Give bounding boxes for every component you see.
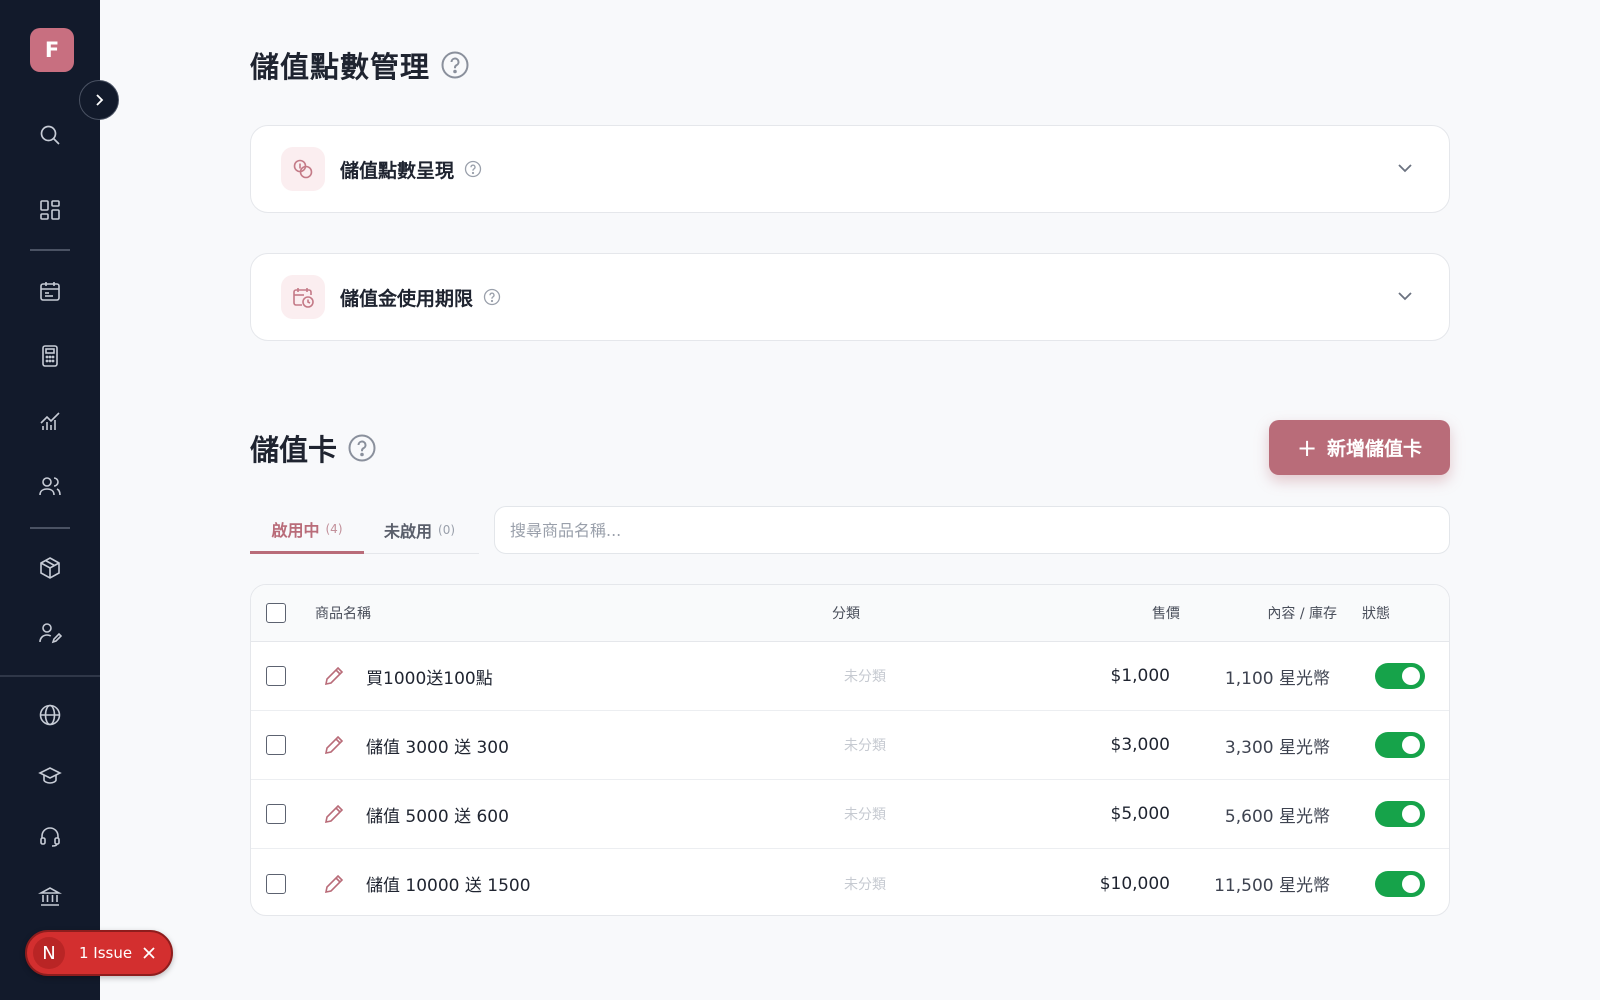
bank-icon[interactable] — [36, 882, 64, 910]
pencil-icon[interactable] — [323, 803, 345, 825]
row-checkbox[interactable] — [266, 873, 286, 894]
product-stock: 5,600 星光幣 — [1224, 806, 1330, 827]
toggle-knob — [1402, 874, 1420, 893]
tab-count: (0) — [438, 523, 456, 537]
product-category: 未分類 — [844, 807, 886, 823]
tab-label: 啟用中 — [271, 520, 320, 540]
product-category: 未分類 — [844, 876, 886, 893]
product-stock: 1,100 星光幣 — [1224, 668, 1330, 689]
sidebar-toggle-button[interactable] — [79, 80, 119, 120]
product-name: 儲值 5000 送 600 — [366, 806, 509, 827]
product-price: $5,000 — [1110, 804, 1170, 824]
table-row[interactable]: 儲值 10000 送 1500 未分類 $10,000 11,500 星光幣 — [251, 849, 1449, 915]
analytics-icon[interactable] — [36, 407, 64, 435]
add-button-label: 新增儲值卡 — [1327, 438, 1423, 460]
card-title: 儲值點數呈現 — [340, 159, 455, 182]
sidebar-divider — [30, 249, 70, 251]
add-stored-value-card-button[interactable]: + 新增儲值卡 — [1269, 420, 1450, 475]
search-icon[interactable] — [36, 121, 64, 149]
status-tabs: 啟用中 (4) 未啟用 (0) — [250, 506, 479, 554]
help-icon[interactable] — [483, 288, 501, 306]
product-category: 未分類 — [844, 738, 886, 754]
status-toggle[interactable] — [1375, 663, 1425, 689]
table-row[interactable]: 買1000送100點 未分類 $1,000 1,100 星光幣 — [251, 642, 1449, 711]
help-icon[interactable] — [347, 433, 377, 463]
card-title: 儲值金使用期限 — [340, 287, 474, 310]
sidebar: F — [0, 0, 100, 1000]
product-category: 未分類 — [844, 669, 886, 685]
toggle-knob — [1402, 667, 1420, 685]
globe-icon[interactable] — [36, 701, 64, 729]
issue-badge[interactable]: N 1 Issue — [25, 930, 173, 976]
product-stock: 11,500 星光幣 — [1214, 876, 1330, 896]
help-icon[interactable] — [440, 50, 470, 80]
product-name: 儲值 10000 送 1500 — [366, 876, 531, 896]
status-toggle[interactable] — [1375, 870, 1425, 897]
sidebar-divider — [30, 527, 70, 529]
table-header-row: 商品名稱 分類 售價 內容 / 庫存 狀態 — [251, 585, 1449, 642]
pencil-icon[interactable] — [323, 873, 345, 895]
row-checkbox[interactable] — [266, 666, 286, 686]
graduation-cap-icon[interactable] — [36, 762, 64, 790]
product-price: $10,000 — [1099, 873, 1170, 894]
section-title: 儲值卡 — [250, 427, 377, 469]
points-display-card[interactable]: 儲值點數呈現 — [250, 125, 1450, 213]
pencil-icon[interactable] — [323, 665, 345, 687]
users-icon[interactable] — [36, 472, 64, 500]
product-price: $3,000 — [1110, 735, 1170, 755]
stored-value-card-table: 商品名稱 分類 售價 內容 / 庫存 狀態 買1000送100點 未分類 $1,… — [250, 584, 1450, 916]
pencil-icon[interactable] — [323, 734, 345, 756]
row-checkbox[interactable] — [266, 735, 286, 755]
product-name: 儲值 3000 送 300 — [366, 737, 509, 758]
help-icon[interactable] — [464, 160, 482, 178]
calendar-clock-icon — [281, 275, 325, 319]
page-title-text: 儲值點數管理 — [250, 50, 431, 84]
chevron-right-icon — [96, 94, 104, 106]
row-checkbox[interactable] — [266, 804, 286, 824]
tab-inactive[interactable]: 未啟用 (0) — [384, 506, 455, 554]
chevron-down-icon[interactable] — [1395, 158, 1415, 178]
status-toggle[interactable] — [1375, 801, 1425, 827]
dashboard-icon[interactable] — [36, 196, 64, 224]
balance-expiry-card[interactable]: 儲值金使用期限 — [250, 253, 1450, 341]
avatar[interactable]: F — [30, 28, 74, 72]
product-stock: 3,300 星光幣 — [1224, 737, 1330, 758]
box-icon[interactable] — [36, 554, 64, 582]
column-header-status[interactable]: 狀態 — [1362, 603, 1390, 623]
column-header-name[interactable]: 商品名稱 — [315, 603, 371, 623]
column-header-category[interactable]: 分類 — [832, 603, 860, 623]
select-all-checkbox[interactable] — [266, 603, 286, 623]
table-row[interactable]: 儲值 5000 送 600 未分類 $5,000 5,600 星光幣 — [251, 780, 1449, 849]
tab-count: (4) — [325, 521, 343, 536]
column-header-stock[interactable]: 內容 / 庫存 — [1267, 603, 1337, 623]
user-edit-icon[interactable] — [36, 619, 64, 647]
issue-count-label: 1 Issue — [79, 944, 133, 962]
close-icon[interactable] — [142, 946, 156, 960]
headset-icon[interactable] — [36, 822, 64, 850]
plus-icon: + — [1296, 433, 1318, 462]
tab-label: 未啟用 — [384, 522, 433, 541]
next-logo-icon: N — [33, 937, 65, 969]
table-row[interactable]: 儲值 3000 送 300 未分類 $3,000 3,300 星光幣 — [251, 711, 1449, 780]
tab-active[interactable]: 啟用中 (4) — [250, 506, 364, 554]
toggle-knob — [1402, 805, 1420, 823]
column-header-price[interactable]: 售價 — [1152, 603, 1180, 623]
coins-icon — [281, 147, 325, 191]
calendar-icon[interactable] — [36, 277, 64, 305]
search-input[interactable] — [494, 506, 1450, 554]
page-title: 儲值點數管理 — [250, 44, 470, 86]
toggle-knob — [1402, 736, 1420, 754]
calculator-icon[interactable] — [36, 342, 64, 370]
product-name: 買1000送100點 — [366, 668, 493, 689]
section-title-text: 儲值卡 — [250, 433, 338, 467]
status-toggle[interactable] — [1375, 732, 1425, 758]
chevron-down-icon[interactable] — [1395, 286, 1415, 306]
sidebar-divider — [0, 675, 100, 677]
product-price: $1,000 — [1110, 666, 1170, 686]
